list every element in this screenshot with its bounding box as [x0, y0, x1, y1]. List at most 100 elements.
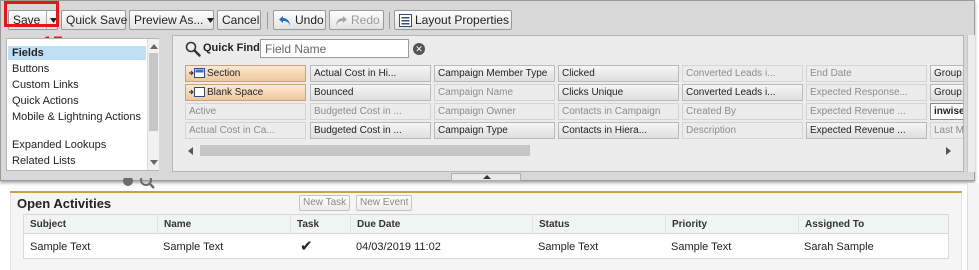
category-scrollbar[interactable] [147, 39, 159, 170]
clear-search-icon[interactable]: ✕ [413, 43, 425, 55]
palette-field-item[interactable]: Contacts in Hiera... [558, 122, 679, 139]
toolbar-divider [267, 12, 268, 29]
redo-icon [334, 14, 348, 32]
scroll-down-arrow-icon[interactable] [150, 160, 158, 165]
category-item-custom-links[interactable]: Custom Links [8, 78, 146, 92]
column-header-priority: Priority [665, 215, 798, 234]
palette-field-label: Clicks Unique [562, 87, 624, 98]
category-item-expanded-lookups[interactable]: Expanded Lookups [8, 138, 146, 152]
fields-horizontal-scrollbar[interactable] [186, 145, 961, 157]
palette-field-item[interactable]: Last M [930, 122, 963, 139]
redo-label: Redo [351, 13, 380, 27]
palette-field-item[interactable]: Campaign Member Type [434, 65, 555, 82]
palette-category-list: Fields Buttons Custom Links Quick Action… [6, 38, 159, 171]
palette-field-item[interactable]: Section [185, 65, 306, 82]
scroll-left-arrow-icon[interactable] [188, 147, 193, 155]
palette-field-label: End Date [810, 68, 852, 79]
cell-subject: Sample Text [30, 241, 91, 253]
open-activities-title: Open Activities [17, 196, 112, 211]
palette-field-item[interactable]: End Date [806, 65, 927, 82]
palette-field-item[interactable]: Clicked [558, 65, 679, 82]
save-highlight-box [4, 1, 59, 27]
palette-field-label: Actual Cost in Ca... [189, 125, 275, 136]
layout-properties-label: Layout Properties [415, 13, 510, 27]
scrollbar-thumb[interactable] [200, 145, 530, 156]
palette-field-label: Expected Revenue ... [810, 125, 906, 136]
palette-field-item[interactable]: Actual Cost in Ca... [185, 122, 306, 139]
undo-button[interactable]: Undo [273, 10, 326, 30]
cell-status: Sample Text [538, 241, 599, 253]
cancel-button[interactable]: Cancel [217, 10, 261, 30]
palette-field-item[interactable]: Converted Leads i... [682, 65, 803, 82]
redo-button[interactable]: Redo [329, 10, 384, 30]
category-item-quick-actions[interactable]: Quick Actions [8, 94, 146, 108]
palette-field-label: Converted Leads i... [686, 68, 776, 79]
column-header-assigned-to: Assigned To [798, 215, 948, 234]
column-header-subject: Subject [30, 219, 67, 230]
cell-due-date: 04/03/2019 11:02 [356, 241, 441, 253]
palette-field-item[interactable]: Actual Cost in Hi... [310, 65, 431, 82]
magnifier-icon [185, 41, 201, 60]
palette-field-item[interactable]: Converted Leads i... [682, 84, 803, 101]
palette-field-item[interactable]: Expected Response... [806, 84, 927, 101]
palette-field-item[interactable]: Blank Space [185, 84, 306, 101]
open-activities-table: Subject Name Task Due Date Status Priori… [23, 214, 949, 259]
cell-name: Sample Text [163, 241, 224, 253]
palette-field-label: Bounced [314, 87, 354, 98]
palette-field-label: Campaign Member Type [438, 68, 548, 79]
quick-save-button[interactable]: Quick Save [61, 10, 127, 30]
cell-task-checkmark: ✔ [300, 238, 313, 255]
palette-field-label: Active [189, 106, 217, 117]
palette-field-item[interactable]: Campaign Name [434, 84, 555, 101]
palette-field-label: inwise [934, 106, 964, 117]
palette-field-label: Expected Revenue ... [810, 106, 906, 117]
preview-as-button[interactable]: Preview As... [129, 10, 214, 30]
palette-field-item[interactable]: Expected Revenue ... [806, 122, 927, 139]
palette-field-item[interactable]: Group [930, 65, 963, 82]
palette-field-label: Campaign Type [438, 125, 508, 136]
category-item-fields[interactable]: Fields [8, 46, 146, 60]
category-item-related-lists[interactable]: Related Lists [8, 154, 146, 168]
palette-field-item[interactable]: Active [185, 103, 306, 120]
palette-field-item[interactable]: Group [930, 84, 963, 101]
editor-toolbar: Save Quick Save Preview As... Cancel Und… [5, 8, 965, 30]
palette-field-label: Blank Space [207, 87, 264, 98]
palette-field-label: Campaign Name [438, 87, 514, 98]
new-event-button[interactable]: New Event [356, 195, 413, 211]
palette-field-item[interactable]: inwise [930, 103, 964, 120]
palette-field-item[interactable]: Expected Revenue ... [806, 103, 927, 120]
cell-priority: Sample Text [671, 241, 732, 253]
quick-find-input[interactable] [260, 39, 409, 58]
palette-field-label: Budgeted Cost in ... [314, 125, 402, 136]
scrollbar-thumb[interactable] [149, 53, 158, 131]
palette-field-label: Section [207, 68, 241, 79]
palette-field-label: Expected Response... [810, 87, 908, 98]
toolbar-divider [389, 12, 390, 29]
palette-field-item[interactable]: Contacts in Campaign [558, 103, 679, 120]
preview-dropdown-icon[interactable] [206, 13, 214, 27]
palette-field-item[interactable]: Budgeted Cost in ... [310, 103, 431, 120]
new-task-button[interactable]: New Task [299, 195, 351, 211]
palette-fields-area: Quick Find ✕ Section Actual Cost in Hi...… [172, 35, 964, 172]
preview-as-label: Preview As... [134, 13, 204, 27]
collapse-arrow-icon [483, 175, 491, 179]
palette-field-item[interactable]: Bounced [310, 84, 431, 101]
scroll-up-arrow-icon[interactable] [150, 44, 158, 49]
layout-properties-button[interactable]: Layout Properties [394, 10, 512, 30]
quick-find-label: Quick Find [203, 42, 260, 54]
palette-field-item[interactable]: Campaign Owner [434, 103, 555, 120]
palette-field-item[interactable]: Created By [682, 103, 803, 120]
category-item-buttons[interactable]: Buttons [8, 62, 146, 76]
palette-field-item[interactable]: Description [682, 122, 803, 139]
collapse-palette-handle[interactable] [451, 173, 521, 181]
palette-field-item[interactable]: Campaign Type [434, 122, 555, 139]
palette-field-item[interactable]: Clicks Unique [558, 84, 679, 101]
category-item-mobile-lightning-actions[interactable]: Mobile & Lightning Actions [8, 111, 146, 137]
page-scrollbar[interactable] [967, 183, 979, 270]
cancel-label: Cancel [222, 13, 260, 27]
palette-field-label: Clicked [562, 68, 595, 79]
palette-field-item[interactable]: Budgeted Cost in ... [310, 122, 431, 139]
layout-properties-icon [399, 14, 412, 32]
cell-assigned-to: Sarah Sample [804, 241, 874, 253]
scroll-right-arrow-icon[interactable] [946, 147, 951, 155]
